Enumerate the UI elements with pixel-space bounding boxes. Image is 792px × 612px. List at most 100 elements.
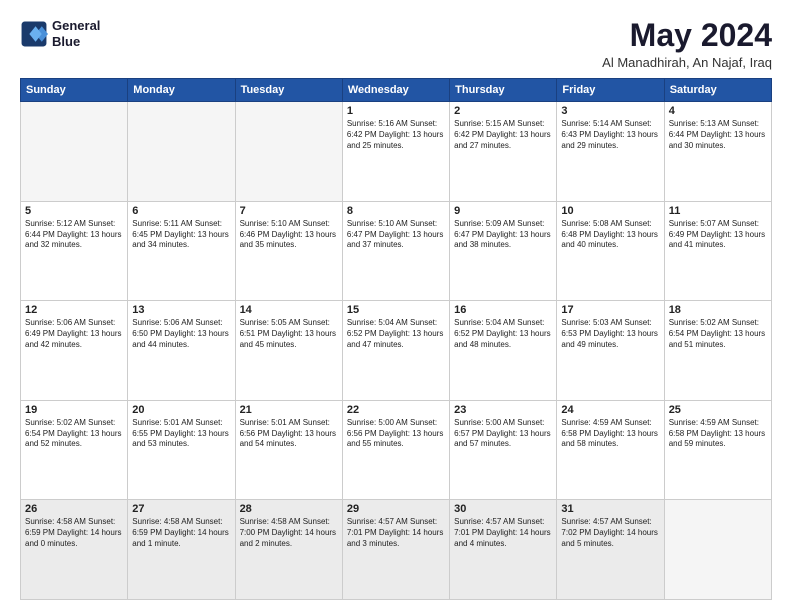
cell-info: Sunrise: 5:14 AM Sunset: 6:43 PM Dayligh… bbox=[561, 119, 659, 151]
calendar-cell: 10 Sunrise: 5:08 AM Sunset: 6:48 PM Dayli… bbox=[557, 201, 664, 301]
week-row-1: 5 Sunrise: 5:12 AM Sunset: 6:44 PM Daylig… bbox=[21, 201, 772, 301]
calendar-cell: 5 Sunrise: 5:12 AM Sunset: 6:44 PM Daylig… bbox=[21, 201, 128, 301]
cell-info: Sunrise: 5:09 AM Sunset: 6:47 PM Dayligh… bbox=[454, 219, 552, 251]
subtitle: Al Manadhirah, An Najaf, Iraq bbox=[602, 55, 772, 70]
day-number: 16 bbox=[454, 304, 552, 316]
day-number: 17 bbox=[561, 304, 659, 316]
cell-info: Sunrise: 5:12 AM Sunset: 6:44 PM Dayligh… bbox=[25, 219, 123, 251]
cell-info: Sunrise: 4:58 AM Sunset: 7:00 PM Dayligh… bbox=[240, 517, 338, 549]
col-header-thursday: Thursday bbox=[450, 79, 557, 102]
col-header-saturday: Saturday bbox=[664, 79, 771, 102]
cell-info: Sunrise: 5:05 AM Sunset: 6:51 PM Dayligh… bbox=[240, 318, 338, 350]
day-number: 30 bbox=[454, 503, 552, 515]
calendar-cell: 17 Sunrise: 5:03 AM Sunset: 6:53 PM Dayli… bbox=[557, 301, 664, 401]
cell-info: Sunrise: 5:02 AM Sunset: 6:54 PM Dayligh… bbox=[669, 318, 767, 350]
logo: General Blue bbox=[20, 18, 100, 49]
day-number: 29 bbox=[347, 503, 445, 515]
cell-info: Sunrise: 4:58 AM Sunset: 6:59 PM Dayligh… bbox=[25, 517, 123, 549]
cell-info: Sunrise: 5:00 AM Sunset: 6:56 PM Dayligh… bbox=[347, 418, 445, 450]
cell-info: Sunrise: 5:13 AM Sunset: 6:44 PM Dayligh… bbox=[669, 119, 767, 151]
day-number: 20 bbox=[132, 404, 230, 416]
day-number: 13 bbox=[132, 304, 230, 316]
month-title: May 2024 bbox=[602, 18, 772, 53]
week-row-0: 1 Sunrise: 5:16 AM Sunset: 6:42 PM Daylig… bbox=[21, 102, 772, 202]
cell-info: Sunrise: 5:10 AM Sunset: 6:46 PM Dayligh… bbox=[240, 219, 338, 251]
calendar-cell: 2 Sunrise: 5:15 AM Sunset: 6:42 PM Daylig… bbox=[450, 102, 557, 202]
day-number: 8 bbox=[347, 205, 445, 217]
calendar-cell bbox=[128, 102, 235, 202]
calendar-cell: 4Sunrise: 5:13 AM Sunset: 6:44 PM Daylig… bbox=[664, 102, 771, 202]
title-block: May 2024 Al Manadhirah, An Najaf, Iraq bbox=[602, 18, 772, 70]
cell-info: Sunrise: 5:11 AM Sunset: 6:45 PM Dayligh… bbox=[132, 219, 230, 251]
day-number: 25 bbox=[669, 404, 767, 416]
day-number: 2 bbox=[454, 105, 552, 117]
cell-info: Sunrise: 4:58 AM Sunset: 6:59 PM Dayligh… bbox=[132, 517, 230, 549]
calendar-cell: 27 Sunrise: 4:58 AM Sunset: 6:59 PM Dayli… bbox=[128, 500, 235, 600]
day-number: 19 bbox=[25, 404, 123, 416]
calendar-cell: 16 Sunrise: 5:04 AM Sunset: 6:52 PM Dayli… bbox=[450, 301, 557, 401]
day-number: 10 bbox=[561, 205, 659, 217]
cell-info: Sunrise: 4:57 AM Sunset: 7:02 PM Dayligh… bbox=[561, 517, 659, 549]
col-header-tuesday: Tuesday bbox=[235, 79, 342, 102]
calendar-cell: 18 Sunrise: 5:02 AM Sunset: 6:54 PM Dayli… bbox=[664, 301, 771, 401]
day-number: 5 bbox=[25, 205, 123, 217]
calendar-cell: 28 Sunrise: 4:58 AM Sunset: 7:00 PM Dayli… bbox=[235, 500, 342, 600]
header-row: SundayMondayTuesdayWednesdayThursdayFrid… bbox=[21, 79, 772, 102]
cell-info: Sunrise: 5:15 AM Sunset: 6:42 PM Dayligh… bbox=[454, 119, 552, 151]
cell-info: Sunrise: 5:16 AM Sunset: 6:42 PM Dayligh… bbox=[347, 119, 445, 151]
calendar-cell: 30 Sunrise: 4:57 AM Sunset: 7:01 PM Dayli… bbox=[450, 500, 557, 600]
cell-info: Sunrise: 5:10 AM Sunset: 6:47 PM Dayligh… bbox=[347, 219, 445, 251]
calendar-cell: 19Sunrise: 5:02 AM Sunset: 6:54 PM Dayli… bbox=[21, 400, 128, 500]
calendar-cell: 23Sunrise: 5:00 AM Sunset: 6:57 PM Dayli… bbox=[450, 400, 557, 500]
col-header-monday: Monday bbox=[128, 79, 235, 102]
calendar-cell: 25Sunrise: 4:59 AM Sunset: 6:58 PM Dayli… bbox=[664, 400, 771, 500]
calendar-cell: 6 Sunrise: 5:11 AM Sunset: 6:45 PM Daylig… bbox=[128, 201, 235, 301]
day-number: 12 bbox=[25, 304, 123, 316]
cell-info: Sunrise: 4:57 AM Sunset: 7:01 PM Dayligh… bbox=[454, 517, 552, 549]
day-number: 27 bbox=[132, 503, 230, 515]
col-header-sunday: Sunday bbox=[21, 79, 128, 102]
calendar-cell: 1 Sunrise: 5:16 AM Sunset: 6:42 PM Daylig… bbox=[342, 102, 449, 202]
calendar-cell: 20Sunrise: 5:01 AM Sunset: 6:55 PM Dayli… bbox=[128, 400, 235, 500]
cell-info: Sunrise: 4:57 AM Sunset: 7:01 PM Dayligh… bbox=[347, 517, 445, 549]
calendar-cell bbox=[21, 102, 128, 202]
calendar-cell bbox=[235, 102, 342, 202]
week-row-4: 26Sunrise: 4:58 AM Sunset: 6:59 PM Dayli… bbox=[21, 500, 772, 600]
calendar-cell: 24 Sunrise: 4:59 AM Sunset: 6:58 PM Dayli… bbox=[557, 400, 664, 500]
day-number: 7 bbox=[240, 205, 338, 217]
calendar-cell: 14 Sunrise: 5:05 AM Sunset: 6:51 PM Dayli… bbox=[235, 301, 342, 401]
col-header-wednesday: Wednesday bbox=[342, 79, 449, 102]
day-number: 22 bbox=[347, 404, 445, 416]
cell-info: Sunrise: 5:04 AM Sunset: 6:52 PM Dayligh… bbox=[347, 318, 445, 350]
calendar-cell: 15Sunrise: 5:04 AM Sunset: 6:52 PM Dayli… bbox=[342, 301, 449, 401]
calendar-cell: 9 Sunrise: 5:09 AM Sunset: 6:47 PM Daylig… bbox=[450, 201, 557, 301]
logo-text: General Blue bbox=[52, 18, 100, 49]
cell-info: Sunrise: 5:07 AM Sunset: 6:49 PM Dayligh… bbox=[669, 219, 767, 251]
calendar-table: SundayMondayTuesdayWednesdayThursdayFrid… bbox=[20, 78, 772, 600]
week-row-2: 12Sunrise: 5:06 AM Sunset: 6:49 PM Dayli… bbox=[21, 301, 772, 401]
week-row-3: 19Sunrise: 5:02 AM Sunset: 6:54 PM Dayli… bbox=[21, 400, 772, 500]
calendar-cell: 21Sunrise: 5:01 AM Sunset: 6:56 PM Dayli… bbox=[235, 400, 342, 500]
calendar-cell: 13 Sunrise: 5:06 AM Sunset: 6:50 PM Dayli… bbox=[128, 301, 235, 401]
day-number: 3 bbox=[561, 105, 659, 117]
day-number: 1 bbox=[347, 105, 445, 117]
day-number: 14 bbox=[240, 304, 338, 316]
page: General Blue May 2024 Al Manadhirah, An … bbox=[0, 0, 792, 612]
cell-info: Sunrise: 5:08 AM Sunset: 6:48 PM Dayligh… bbox=[561, 219, 659, 251]
calendar-cell bbox=[664, 500, 771, 600]
day-number: 24 bbox=[561, 404, 659, 416]
cell-info: Sunrise: 4:59 AM Sunset: 6:58 PM Dayligh… bbox=[561, 418, 659, 450]
cell-info: Sunrise: 5:04 AM Sunset: 6:52 PM Dayligh… bbox=[454, 318, 552, 350]
cell-info: Sunrise: 5:06 AM Sunset: 6:50 PM Dayligh… bbox=[132, 318, 230, 350]
col-header-friday: Friday bbox=[557, 79, 664, 102]
day-number: 9 bbox=[454, 205, 552, 217]
day-number: 28 bbox=[240, 503, 338, 515]
header: General Blue May 2024 Al Manadhirah, An … bbox=[20, 18, 772, 70]
calendar-cell: 8 Sunrise: 5:10 AM Sunset: 6:47 PM Daylig… bbox=[342, 201, 449, 301]
day-number: 6 bbox=[132, 205, 230, 217]
calendar-cell: 7 Sunrise: 5:10 AM Sunset: 6:46 PM Daylig… bbox=[235, 201, 342, 301]
calendar-cell: 29 Sunrise: 4:57 AM Sunset: 7:01 PM Dayli… bbox=[342, 500, 449, 600]
cell-info: Sunrise: 5:03 AM Sunset: 6:53 PM Dayligh… bbox=[561, 318, 659, 350]
calendar-cell: 3 Sunrise: 5:14 AM Sunset: 6:43 PM Daylig… bbox=[557, 102, 664, 202]
day-number: 18 bbox=[669, 304, 767, 316]
